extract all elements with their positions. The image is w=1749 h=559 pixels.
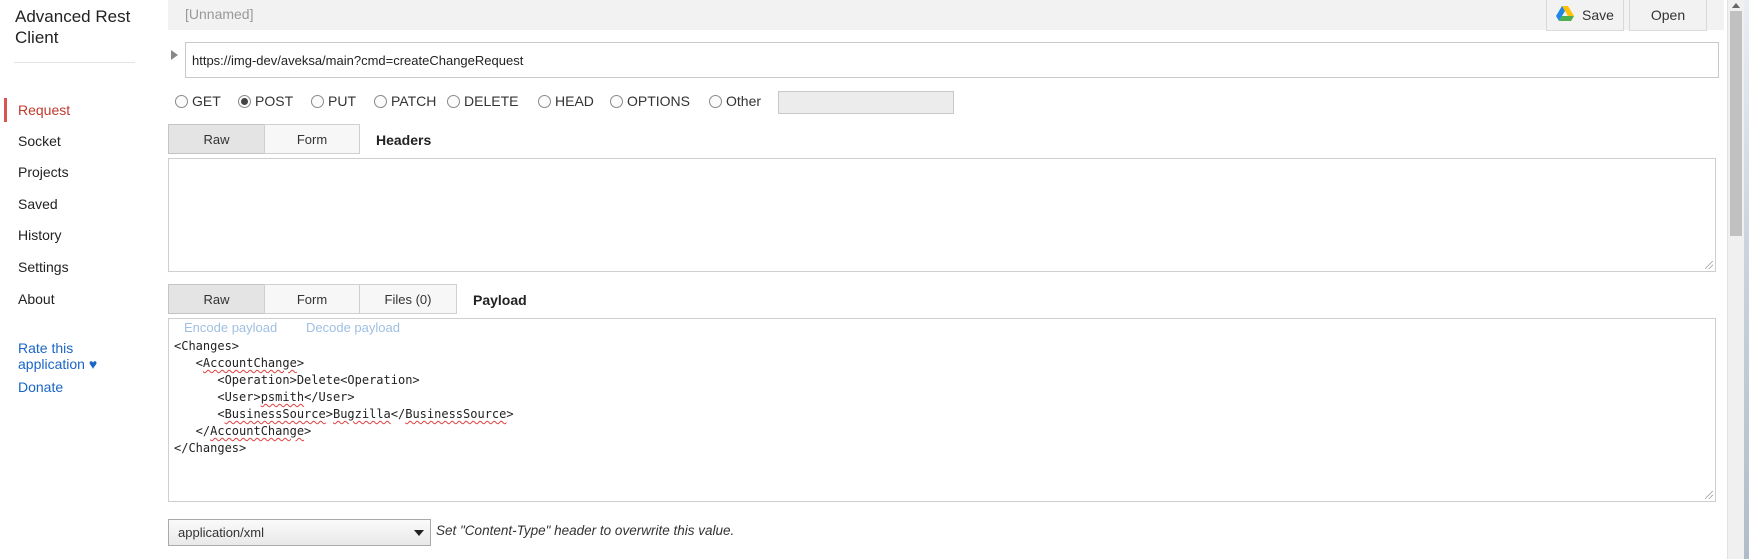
code-line: <Changes> [174,339,240,353]
method-post-label: POST [255,93,294,109]
main-panel: [Unnamed] Save Open GET POST PUT PATCH [168,0,1724,559]
method-get-label: GET [192,93,221,109]
method-put[interactable]: PUT [311,93,356,109]
payload-editor[interactable]: <Changes> <AccountChange> <Operation>Del… [168,335,1716,502]
headers-title: Headers [376,132,432,148]
sidebar-item-saved[interactable]: Saved [4,192,152,216]
payload-title: Payload [473,292,527,308]
code-line: <AccountChange> [174,356,305,370]
scroll-up-arrow-icon[interactable] [1732,3,1740,8]
method-get[interactable]: GET [175,93,221,109]
open-button[interactable]: Open [1629,0,1707,31]
method-put-label: PUT [328,93,356,109]
headers-tabs: Raw Form [168,124,360,154]
url-expand-arrow-icon[interactable] [171,50,178,60]
headers-tab-form[interactable]: Form [264,124,360,154]
app-title: Advanced Rest Client [15,7,131,47]
request-title-bar: [Unnamed] Save Open [168,0,1724,31]
content-type-hint: Set "Content-Type" header to overwrite t… [436,523,735,538]
window-edge [1744,0,1749,559]
method-head-label: HEAD [555,93,594,109]
resize-grip-icon[interactable] [1705,261,1713,269]
method-options-label: OPTIONS [627,93,691,109]
sidebar-divider [14,62,135,63]
save-button[interactable]: Save [1546,0,1624,31]
headers-tab-raw[interactable]: Raw [168,124,265,154]
radio-head[interactable] [538,94,551,108]
sidebar-item-settings[interactable]: Settings [4,255,152,279]
code-line: </Changes> [174,441,247,455]
headers-textarea[interactable] [168,158,1716,272]
method-other[interactable]: Other [709,93,761,109]
payload-tab-form[interactable]: Form [264,284,360,314]
sidebar: Advanced Rest Client Request Socket Proj… [0,0,152,559]
radio-options[interactable] [610,94,623,108]
scrollbar-thumb[interactable] [1730,11,1742,236]
payload-tab-files[interactable]: Files (0) [359,284,457,314]
google-drive-icon [1556,5,1575,25]
encode-payload-link[interactable]: Encode payload [184,320,277,335]
payload-toolbar: Encode payload Decode payload [168,318,1716,335]
donate-link[interactable]: Donate [18,379,63,395]
request-name[interactable]: [Unnamed] [185,6,253,22]
sidebar-item-history[interactable]: History [4,223,152,247]
sidebar-item-request[interactable]: Request [4,98,152,122]
method-post[interactable]: POST [238,93,293,109]
content-type-select[interactable]: application/xml [168,519,431,546]
other-method-input[interactable] [778,91,954,114]
content-type-value: application/xml [178,525,264,540]
payload-tabs: Raw Form Files (0) [168,284,457,314]
method-patch[interactable]: PATCH [374,93,436,109]
radio-put[interactable] [311,94,324,108]
radio-patch[interactable] [374,94,387,108]
method-other-label: Other [726,93,762,109]
chevron-down-icon [414,530,424,536]
decode-payload-link[interactable]: Decode payload [306,320,400,335]
code-line: <User>psmith</User> [174,390,355,404]
url-input[interactable] [185,42,1719,78]
sidebar-item-socket[interactable]: Socket [4,129,152,153]
method-patch-label: PATCH [391,93,437,109]
method-delete-label: DELETE [464,93,519,109]
code-line: <Operation>Delete<Operation> [174,373,420,387]
rate-app-link[interactable]: Rate this application ♥ [18,340,118,372]
radio-get[interactable] [175,94,188,108]
open-button-label: Open [1650,7,1686,23]
save-button-label: Save [1582,7,1614,23]
sidebar-item-projects[interactable]: Projects [4,160,152,184]
app-window: Advanced Rest Client Request Socket Proj… [0,0,1749,559]
payload-tab-raw[interactable]: Raw [168,284,265,314]
radio-delete[interactable] [447,94,460,108]
method-delete[interactable]: DELETE [447,93,518,109]
radio-post[interactable] [238,94,251,108]
radio-other[interactable] [709,94,722,108]
code-line: <BusinessSource>Bugzilla</BusinessSource… [174,407,514,421]
vertical-scrollbar[interactable] [1727,0,1744,559]
method-options[interactable]: OPTIONS [610,93,690,109]
code-line: </AccountChange> [174,424,312,438]
sidebar-item-about[interactable]: About [4,287,152,311]
method-head[interactable]: HEAD [538,93,594,109]
resize-grip-icon[interactable] [1705,491,1713,499]
